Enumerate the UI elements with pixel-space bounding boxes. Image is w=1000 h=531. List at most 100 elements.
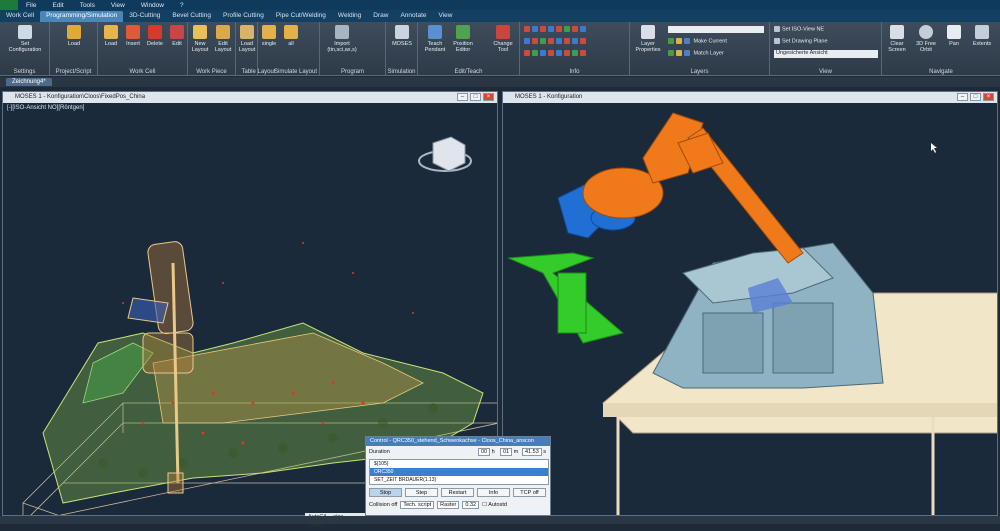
tab-annotate[interactable]: Annotate [394, 11, 432, 22]
moses-icon [395, 25, 409, 39]
3d-free-orbit-button[interactable]: 3D Free Orbit [912, 25, 940, 53]
tech-script-button[interactable]: Tech. script [400, 501, 434, 509]
teach-pendant-button[interactable]: Teach Pendant [422, 25, 448, 53]
edit-icon [170, 25, 184, 39]
tcp-off-button[interactable]: TCP off [513, 488, 546, 497]
teach-pendant-icon [428, 25, 442, 39]
minimize-button[interactable]: – [957, 93, 968, 101]
all-simulate-button[interactable]: all [282, 25, 300, 47]
clear-screen-button[interactable]: Clear Screen [884, 25, 910, 53]
group-project-script: Load Project/Script [50, 22, 98, 76]
load-icon [104, 25, 118, 39]
menu-window[interactable]: Window [133, 2, 172, 9]
list-item[interactable]: ORC350 [370, 468, 548, 476]
tab-work-cell[interactable]: Work Cell [0, 11, 40, 22]
layer-properties-button[interactable]: Layer Properties [634, 25, 662, 53]
edit-layout-icon [216, 25, 230, 39]
insert-workcell-button[interactable]: Insert [124, 25, 142, 47]
set-drawing-plane-button[interactable]: Set Drawing Plane [774, 38, 828, 44]
tab-pipe-cut-welding[interactable]: Pipe Cut/Welding [270, 11, 332, 22]
group-work-cell: Load Insert Delete Edit Work Cell [98, 22, 188, 76]
duration-label: Duration [369, 449, 390, 455]
minutes-field[interactable]: 01 [500, 448, 512, 456]
edit-workcell-button[interactable]: Edit [168, 25, 186, 47]
tab-welding[interactable]: Welding [332, 11, 367, 22]
tab-3d-cutting[interactable]: 3D-Cutting [123, 11, 166, 22]
set-iso-view-button[interactable]: Set ISO-View NE [774, 26, 824, 32]
seconds-field[interactable]: 41.53 [522, 448, 542, 456]
visual-style-dropdown[interactable]: Ungesicherte Ansicht [774, 50, 878, 58]
info-icons-row-1[interactable] [524, 26, 588, 32]
maximize-button[interactable]: □ [970, 93, 981, 101]
all-icon [284, 25, 298, 39]
set-configuration-button[interactable]: Set Configuration [4, 25, 46, 53]
status-bar [0, 516, 1000, 524]
tab-profile-cutting[interactable]: Profile Cutting [217, 11, 270, 22]
single-icon [262, 25, 276, 39]
insert-icon [126, 25, 140, 39]
document-tab-bar: Zeichnung4* [0, 77, 1000, 87]
ribbon-tab-bar: Work Cell Programming/Simulation 3D-Cutt… [0, 10, 1000, 22]
hand-icon [947, 25, 961, 39]
menu-help[interactable]: ? [172, 2, 192, 9]
tab-draw[interactable]: Draw [367, 11, 394, 22]
info-button[interactable]: Info [477, 488, 510, 497]
program-list[interactable]: ${105} ORC350 SET_ZEIT BRDAUER(1.13) [369, 459, 549, 485]
group-view: Set ISO-View NE Set Drawing Plane Ungesi… [770, 22, 882, 76]
extents-icon [975, 25, 989, 39]
app-logo-icon[interactable] [0, 0, 18, 10]
list-item[interactable]: ${105} [370, 460, 548, 468]
viewcube[interactable] [419, 137, 471, 171]
info-icons-row-3[interactable] [524, 50, 588, 56]
info-icons-row-2[interactable] [524, 38, 588, 44]
step-button[interactable]: Step [405, 488, 438, 497]
change-tool-button[interactable]: Change Tool [490, 25, 516, 53]
table-layout-icon [240, 25, 254, 39]
minimize-button[interactable]: – [457, 93, 468, 101]
menu-edit[interactable]: Edit [44, 2, 71, 9]
load-layout-button[interactable]: Load Layout [237, 25, 257, 53]
control-dialog[interactable]: Control - QRC350_stehend_Schwenkachse - … [365, 436, 551, 516]
load-project-button[interactable]: Load [64, 25, 84, 47]
hours-field[interactable]: 00 [478, 448, 490, 456]
menu-tools[interactable]: Tools [72, 2, 103, 9]
load-workcell-button[interactable]: Load [102, 25, 120, 47]
close-button[interactable]: × [483, 93, 494, 101]
make-current-button[interactable]: Make Current [668, 38, 727, 44]
orbit-icon [919, 25, 933, 39]
new-layout-button[interactable]: New Layout [190, 25, 210, 53]
group-navigate: Clear Screen 3D Free Orbit Pan Extents N… [882, 22, 1000, 76]
group-table-layout: Load Layout [236, 22, 258, 76]
autostd-checkbox[interactable]: ☐ Autostd [482, 502, 507, 508]
match-layer-button[interactable]: Match Layer [668, 50, 724, 56]
collision-toggle[interactable]: Collision off [369, 502, 397, 508]
list-item[interactable]: SET_ZEIT BRDAUER(1.13) [370, 476, 548, 484]
moses-button[interactable]: MOSES [390, 25, 414, 47]
group-layers: Layer Properties Make Current Match Laye… [630, 22, 770, 76]
extents-button[interactable]: Extents [968, 25, 996, 47]
tab-bevel-cutting[interactable]: Bevel Cutting [166, 11, 217, 22]
menu-file[interactable]: File [18, 2, 44, 9]
edit-layout-button[interactable]: Edit Layout [212, 25, 234, 53]
menu-view[interactable]: View [103, 2, 133, 9]
menu-bar: File Edit Tools View Window ? [0, 0, 1000, 10]
raster-dropdown[interactable]: Raster [437, 501, 459, 509]
layer-dropdown[interactable] [668, 26, 764, 33]
viewport-right[interactable]: MOSES 1 - Konfiguration – □ × [502, 91, 998, 516]
raster-value-field[interactable]: 0.32 [462, 501, 479, 509]
close-button[interactable]: × [983, 93, 994, 101]
dialog-buttons: Stop Step Restart Info TCP off [369, 488, 546, 497]
pan-button[interactable]: Pan [942, 25, 966, 47]
import-program-button[interactable]: Import (tin,sci,ax,s) [324, 25, 360, 53]
tab-programming-simulation[interactable]: Programming/Simulation [40, 11, 123, 22]
document-tab[interactable]: Zeichnung4* [6, 78, 52, 86]
maximize-button[interactable]: □ [470, 93, 481, 101]
group-work-piece: New Layout Edit Layout Work Piece [188, 22, 236, 76]
restart-button[interactable]: Restart [441, 488, 474, 497]
stop-button[interactable]: Stop [369, 488, 402, 497]
single-simulate-button[interactable]: single [260, 25, 278, 47]
folder-icon [67, 25, 81, 39]
tab-view[interactable]: View [433, 11, 459, 22]
delete-workcell-button[interactable]: Delete [146, 25, 164, 47]
position-editor-button[interactable]: Position Editor [450, 25, 476, 53]
